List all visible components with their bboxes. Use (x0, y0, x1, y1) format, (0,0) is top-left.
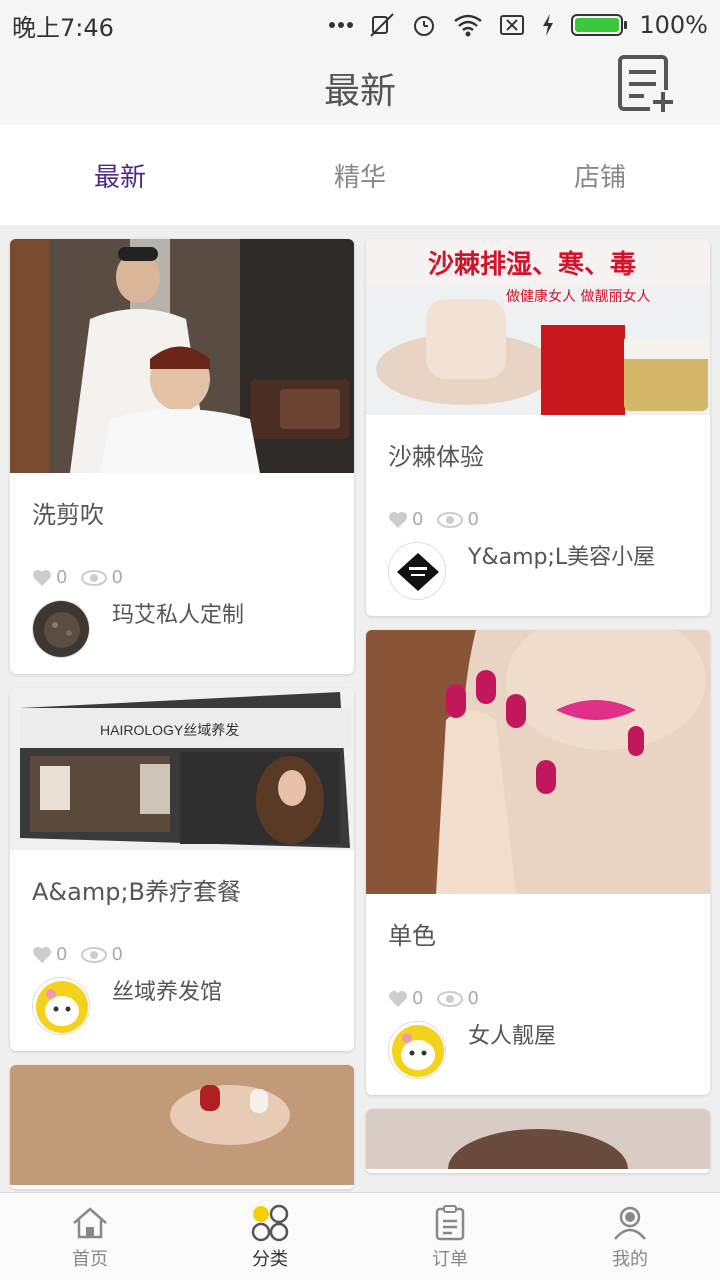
home-icon (73, 1206, 107, 1238)
charging-icon (541, 13, 555, 37)
eye-icon (437, 511, 464, 528)
post-stats: 0 0 (32, 567, 332, 588)
status-bar: 晚上7:46 100% (0, 0, 720, 50)
mute-icon (369, 12, 395, 38)
shop-info[interactable]: 丝域养发馆 (32, 977, 332, 1035)
view-count: 0 (111, 567, 123, 588)
nav-orders[interactable]: 订单 (360, 1193, 540, 1280)
nav-profile-label: 我的 (612, 1248, 648, 1270)
nav-home[interactable]: 首页 (0, 1193, 180, 1280)
view-stat: 0 (81, 944, 123, 965)
post-title: 洗剪吹 (32, 501, 104, 529)
nav-orders-label: 订单 (432, 1248, 468, 1270)
post-stats: 0 0 (388, 988, 688, 1009)
ad-headline: 沙棘排湿、寒、毒 (428, 249, 636, 280)
alarm-icon (411, 12, 437, 38)
compose-icon[interactable] (616, 54, 676, 114)
nav-category-label: 分类 (252, 1248, 288, 1270)
post-card[interactable]: 沙棘排湿、寒、毒 做健康女人 做靓丽女人 沙棘体验 0 0 Y&amp;L美容小… (366, 239, 710, 616)
title-bar: 最新 (0, 50, 720, 125)
category-icon (251, 1204, 289, 1241)
shop-info[interactable]: 女人靓屋 (388, 1021, 688, 1079)
post-card[interactable] (366, 1109, 710, 1173)
view-stat: 0 (437, 988, 479, 1009)
eye-icon (81, 569, 108, 586)
ad-subline: 做健康女人 做靓丽女人 (506, 288, 650, 305)
nav-profile[interactable]: 我的 (540, 1193, 720, 1280)
eye-icon (81, 946, 108, 963)
eye-icon (437, 990, 464, 1007)
heart-icon (389, 511, 407, 528)
tab-shops[interactable]: 店铺 (480, 125, 720, 225)
page-title: 最新 (323, 70, 396, 112)
post-image (366, 1109, 710, 1173)
shop-name: Y&amp;L美容小屋 (468, 545, 656, 570)
heart-icon (33, 946, 51, 963)
battery-percent: 100% (639, 11, 708, 39)
post-image (10, 239, 354, 473)
post-image: 沙棘排湿、寒、毒 做健康女人 做靓丽女人 (366, 239, 710, 415)
post-title: A&amp;B养疗套餐 (32, 878, 242, 906)
post-image: HAIROLOGY丝域养发 (10, 688, 354, 850)
view-count: 0 (467, 988, 479, 1009)
order-icon (435, 1204, 465, 1240)
shop-name: 丝域养发馆 (112, 980, 223, 1005)
post-title: 单色 (388, 922, 436, 950)
shop-avatar[interactable] (32, 977, 90, 1035)
shop-avatar[interactable] (32, 600, 90, 658)
feed[interactable]: 洗剪吹 0 0 玛艾私人定制 HAIROLOGY丝域养发 A&amp;B养疗套餐… (0, 225, 720, 1192)
heart-icon (389, 990, 407, 1007)
post-image (10, 1065, 354, 1185)
post-card[interactable] (10, 1065, 354, 1189)
shop-name: 玛艾私人定制 (112, 603, 245, 628)
like-count: 0 (56, 944, 68, 965)
status-time: 晚上7:46 (12, 13, 114, 42)
shop-name: 女人靓屋 (468, 1024, 557, 1049)
post-stats: 0 0 (388, 509, 688, 530)
post-card[interactable]: 单色 0 0 女人靓屋 (366, 630, 710, 1095)
shop-info[interactable]: 玛艾私人定制 (32, 600, 332, 658)
post-card[interactable]: 洗剪吹 0 0 玛艾私人定制 (10, 239, 354, 674)
profile-icon (614, 1206, 646, 1240)
heart-icon (33, 569, 51, 586)
like-stat[interactable]: 0 (32, 944, 67, 965)
view-count: 0 (111, 944, 123, 965)
shop-avatar[interactable] (388, 542, 446, 600)
shop-avatar[interactable] (388, 1021, 446, 1079)
view-stat: 0 (81, 567, 123, 588)
post-card[interactable]: HAIROLOGY丝域养发 A&amp;B养疗套餐 0 0 丝域养发馆 (10, 688, 354, 1051)
status-icons: 100% (329, 11, 708, 39)
shop-info[interactable]: Y&amp;L美容小屋 (388, 542, 688, 600)
like-stat[interactable]: 0 (388, 988, 423, 1009)
view-stat: 0 (437, 509, 479, 530)
like-count: 0 (56, 567, 68, 588)
nav-category[interactable]: 分类 (180, 1193, 360, 1280)
view-count: 0 (467, 509, 479, 530)
like-stat[interactable]: 0 (32, 567, 67, 588)
post-stats: 0 0 (32, 944, 332, 965)
nav-home-label: 首页 (72, 1248, 108, 1270)
like-count: 0 (412, 509, 424, 530)
tab-bar: 最新 精华 店铺 (0, 125, 720, 225)
bottom-nav: 首页 分类 订单 我的 (0, 1192, 720, 1280)
tab-latest[interactable]: 最新 (0, 125, 240, 225)
no-sim-icon (499, 14, 525, 36)
post-image (366, 630, 710, 894)
like-stat[interactable]: 0 (388, 509, 423, 530)
tab-featured[interactable]: 精华 (240, 125, 480, 225)
feed-column-right: 沙棘排湿、寒、毒 做健康女人 做靓丽女人 沙棘体验 0 0 Y&amp;L美容小… (366, 239, 710, 1187)
like-count: 0 (412, 988, 424, 1009)
battery-icon (571, 14, 628, 36)
feed-column-left: 洗剪吹 0 0 玛艾私人定制 HAIROLOGY丝域养发 A&amp;B养疗套餐… (10, 239, 354, 1192)
storefront-sign: HAIROLOGY丝域养发 (100, 722, 239, 738)
post-title: 沙棘体验 (388, 443, 484, 471)
wifi-icon (453, 13, 483, 37)
more-dots-icon (329, 21, 354, 29)
